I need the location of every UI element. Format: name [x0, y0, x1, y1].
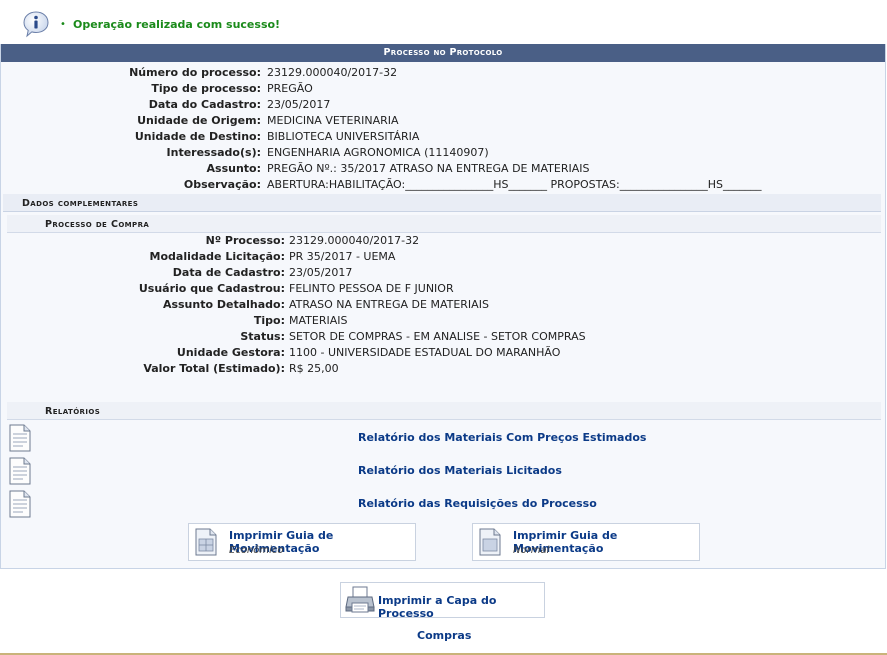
info-value: ENGENHARIA AGRONOMICA (11140907): [267, 146, 489, 159]
compra-row: Valor Total (Estimado): R$ 25,00: [1, 361, 881, 377]
info-label: Data do Cadastro:: [148, 98, 261, 111]
link-relatorio-materiais-licitados[interactable]: Relatório dos Materiais Licitados: [358, 464, 562, 477]
compra-label: Usuário que Cadastrou:: [138, 282, 285, 295]
compra-label: Tipo:: [253, 314, 285, 327]
document-grid-icon: [195, 528, 217, 556]
info-label: Número do processo:: [129, 66, 261, 79]
compra-value: FELINTO PESSOA DE F JUNIOR: [289, 282, 454, 295]
compra-value: 23/05/2017: [289, 266, 353, 279]
compra-value: SETOR DE COMPRAS - EM ANALISE - SETOR CO…: [289, 330, 586, 343]
compra-label: Assunto Detalhado:: [162, 298, 285, 311]
info-value: ABERTURA:HABILITAÇÃO:________________HS_…: [267, 178, 762, 191]
compra-value: ATRASO NA ENTREGA DE MATERIAIS: [289, 298, 489, 311]
info-label: Tipo de processo:: [151, 82, 261, 95]
info-value: 23129.000040/2017-32: [267, 66, 398, 79]
compra-value: R$ 25,00: [289, 362, 339, 375]
processo-compra-title: Processo de Compra: [45, 219, 150, 230]
print-guide-normal-button[interactable]: Imprimir Guia de Movimentação Normal: [472, 523, 700, 561]
dados-complementares-title: Dados complementares: [22, 198, 139, 209]
compra-row: Unidade Gestora: 1100 - UNIVERSIDADE EST…: [1, 345, 881, 361]
info-value: MEDICINA VETERINARIA: [267, 114, 399, 127]
info-value: PREGÃO Nº.: 35/2017 ATRASO NA ENTREGA DE…: [267, 162, 590, 175]
compra-row: Usuário que Cadastrou: FELINTO PESSOA DE…: [1, 281, 881, 297]
compra-row: Modalidade Licitação: PR 35/2017 - UEMA: [1, 249, 881, 265]
print-cover-button[interactable]: Imprimir a Capa do Processo: [340, 582, 545, 620]
document-icon: [479, 528, 501, 556]
message-bullet: •: [60, 19, 66, 30]
info-row-numero: Número do processo: 23129.000040/2017-32: [1, 65, 881, 81]
info-value: BIBLIOTECA UNIVERSITÁRIA: [267, 130, 420, 143]
compra-row: Nº Processo: 23129.000040/2017-32: [1, 233, 881, 249]
info-value: 23/05/2017: [267, 98, 331, 111]
info-row-observacao: Observação: ABERTURA:HABILITAÇÃO:_______…: [1, 177, 881, 193]
success-message: • Operação realizada com sucesso!: [0, 0, 887, 44]
info-label: Unidade de Destino:: [134, 130, 261, 143]
relatorios-title: Relatórios: [45, 406, 101, 417]
info-label: Interessado(s):: [166, 146, 261, 159]
info-label: Unidade de Origem:: [137, 114, 261, 127]
document-icon: [9, 490, 31, 518]
print-guide-economico-button[interactable]: Imprimir Guia de Movimentação Econômico: [188, 523, 416, 561]
compra-value: 1100 - UNIVERSIDADE ESTADUAL DO MARANHÃO: [289, 346, 561, 359]
compras-link[interactable]: Compras: [417, 629, 471, 642]
info-row-interessados: Interessado(s): ENGENHARIA AGRONOMICA (1…: [1, 145, 881, 161]
link-relatorio-requisicoes[interactable]: Relatório das Requisições do Processo: [358, 497, 597, 510]
document-icon: [9, 457, 31, 485]
compra-label: Status:: [240, 330, 285, 343]
compra-label: Data de Cadastro:: [172, 266, 285, 279]
info-row-assunto: Assunto: PREGÃO Nº.: 35/2017 ATRASO NA E…: [1, 161, 881, 177]
compra-row: Data de Cadastro: 23/05/2017: [1, 265, 881, 281]
compra-value: 23129.000040/2017-32: [289, 234, 420, 247]
printer-icon: [345, 586, 375, 613]
panel-title: Processo no Protocolo: [1, 44, 885, 62]
compra-value: MATERIAIS: [289, 314, 348, 327]
info-icon: [23, 11, 49, 38]
info-label: Assunto:: [206, 162, 261, 175]
info-value: PREGÃO: [267, 82, 313, 95]
compra-value: PR 35/2017 - UEMA: [289, 250, 396, 263]
compra-row: Assunto Detalhado: ATRASO NA ENTREGA DE …: [1, 297, 881, 313]
link-relatorio-precos-estimados[interactable]: Relatório dos Materiais Com Preços Estim…: [358, 431, 646, 444]
info-label: Observação:: [183, 178, 261, 191]
info-row-data: Data do Cadastro: 23/05/2017: [1, 97, 881, 113]
compra-label: Valor Total (Estimado):: [143, 362, 285, 375]
compra-label: Unidade Gestora:: [176, 346, 285, 359]
guide-subtitle: Normal: [513, 545, 550, 556]
compra-label: Modalidade Licitação:: [149, 250, 285, 263]
success-message-text: Operação realizada com sucesso!: [73, 18, 281, 31]
compra-row: Status: SETOR DE COMPRAS - EM ANALISE - …: [1, 329, 881, 345]
info-row-tipo: Tipo de processo: PREGÃO: [1, 81, 881, 97]
info-row-origem: Unidade de Origem: MEDICINA VETERINARIA: [1, 113, 881, 129]
print-cover-label: Imprimir a Capa do Processo: [378, 594, 497, 620]
relatorios-bar: [7, 402, 881, 420]
guide-subtitle: Econômico: [229, 545, 284, 556]
compra-row: Tipo: MATERIAIS: [1, 313, 881, 329]
process-panel: Processo no Protocolo Número do processo…: [0, 44, 886, 569]
info-row-destino: Unidade de Destino: BIBLIOTECA UNIVERSIT…: [1, 129, 881, 145]
document-icon: [9, 424, 31, 452]
compra-label: Nº Processo:: [205, 234, 285, 247]
